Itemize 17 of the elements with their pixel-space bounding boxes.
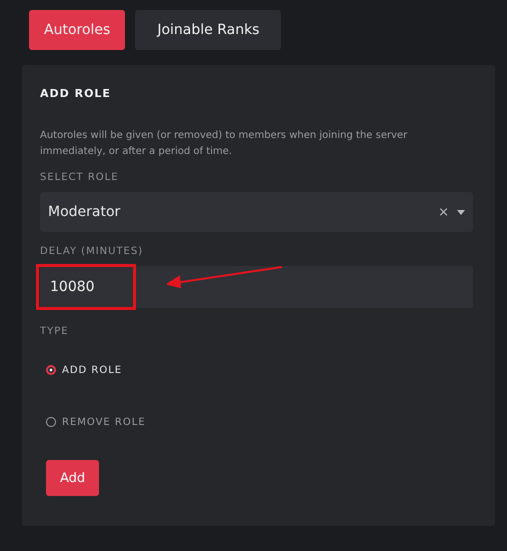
radio-button[interactable] (46, 365, 56, 375)
field-label: DELAY (MINUTES) (40, 246, 144, 257)
radio-button[interactable] (46, 417, 56, 427)
delay-input[interactable]: 10080 (40, 266, 473, 308)
section-title: ADD ROLE (40, 87, 112, 100)
add-button[interactable]: Add (46, 460, 100, 496)
tab[interactable]: Autoroles (29, 10, 126, 50)
clear-button[interactable]: × (438, 204, 449, 220)
role-select[interactable]: Moderator × (40, 192, 473, 232)
caret-icon (457, 210, 465, 214)
radio-label[interactable]: ADD ROLE (62, 364, 122, 376)
select-value: Moderator (48, 204, 122, 220)
radio-label[interactable]: REMOVE ROLE (62, 416, 146, 428)
field-label: TYPE (40, 326, 70, 337)
description: Autoroles will be given (or removed) to members when joining the server immediately, or after a period of time. (40, 129, 408, 159)
tab[interactable]: Joinable Ranks (135, 10, 282, 50)
field-label: SELECT ROLE (40, 172, 120, 183)
